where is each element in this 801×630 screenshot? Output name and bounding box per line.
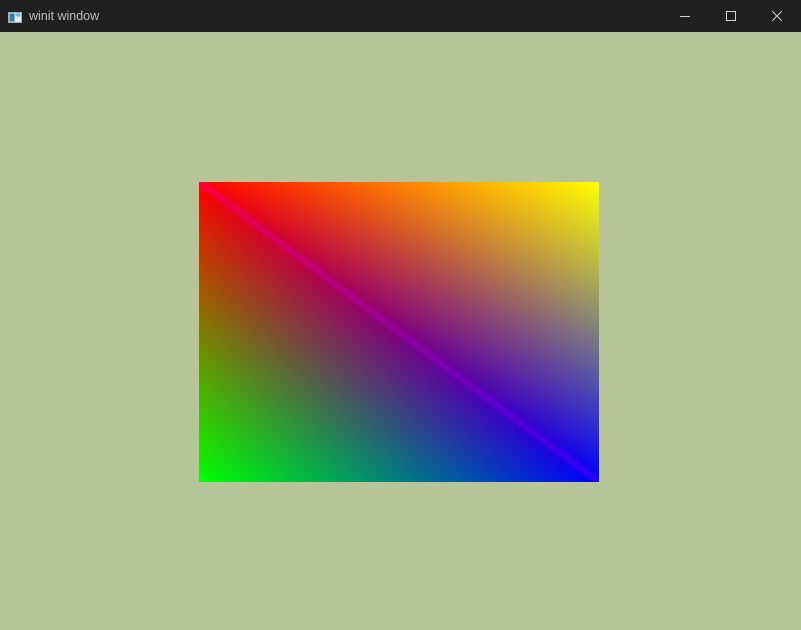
close-icon [772, 11, 782, 21]
title-bar[interactable]: winit window [0, 0, 801, 32]
gradient-quad [199, 182, 599, 482]
window-title: winit window [29, 9, 100, 23]
maximize-button[interactable] [708, 0, 754, 32]
app-window: winit window [0, 0, 801, 630]
maximize-icon [726, 11, 736, 21]
minimize-icon [680, 11, 690, 21]
minimize-button[interactable] [662, 0, 708, 32]
render-surface[interactable] [0, 32, 801, 630]
close-button[interactable] [754, 0, 800, 32]
app-window-icon [8, 10, 22, 23]
